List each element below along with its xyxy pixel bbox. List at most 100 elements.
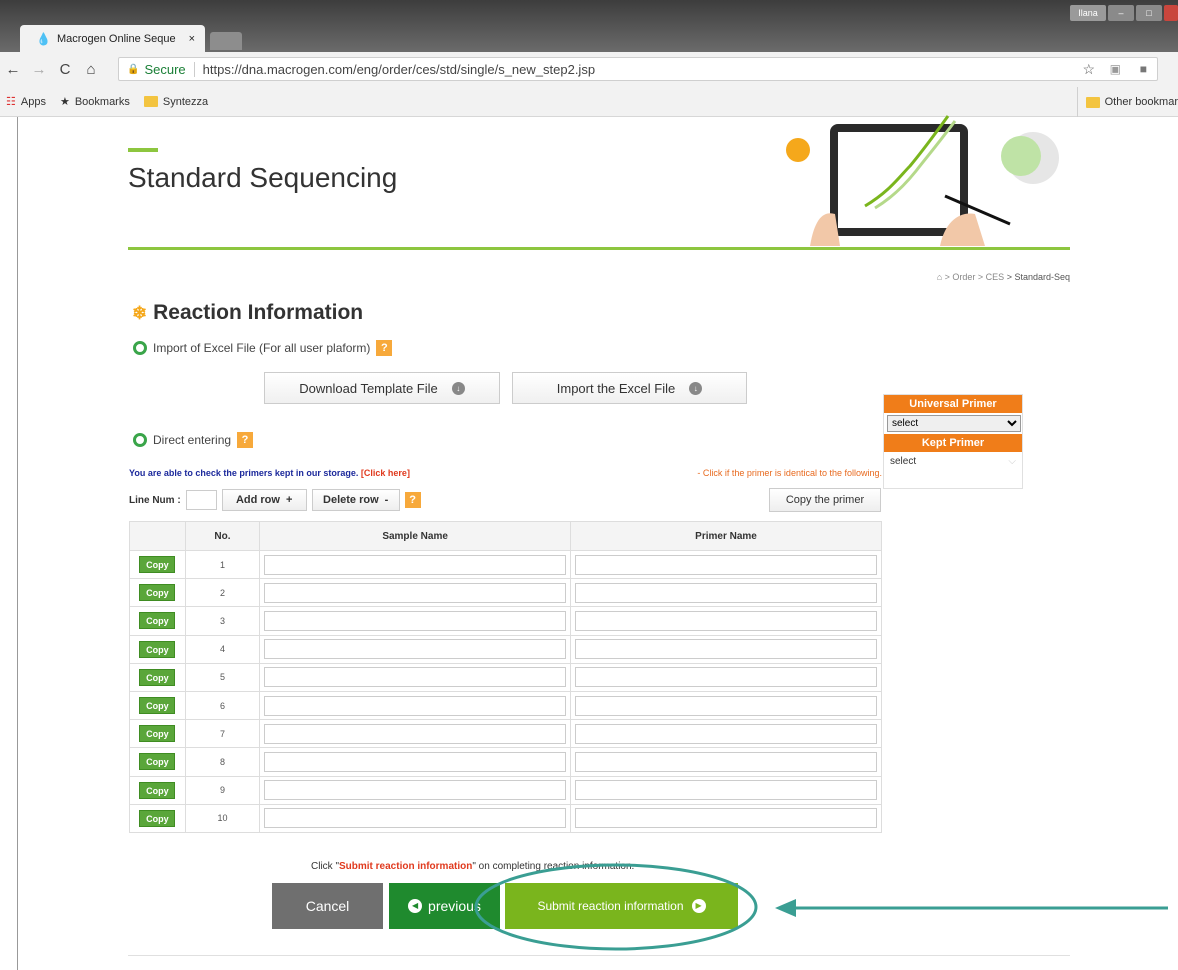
reaction-table: No. Sample Name Primer Name Copy 1 Copy 2 Co… [129,521,882,833]
kept-primer-select[interactable]: select ⌵ [884,452,1022,471]
home-icon[interactable]: ⌂ [937,272,942,282]
address-bar[interactable]: 🔒 Secure https://dna.macrogen.com/eng/or… [118,57,1158,81]
copy-row-button[interactable]: Copy [139,753,176,771]
copy-row-button[interactable]: Copy [139,612,176,630]
delete-row-button[interactable]: Delete row - [311,489,400,511]
primer-name-input[interactable] [575,582,878,603]
excel-import-option[interactable]: Import of Excel File (For all user plafo… [133,340,393,356]
primer-name-input[interactable] [575,667,878,688]
table-row: Copy 9 [129,775,882,805]
sample-name-input[interactable] [264,582,567,603]
sample-name-cell [259,662,572,692]
bookmark-syntezza[interactable]: Syntezza [143,96,208,108]
copy-cell: Copy [129,690,186,721]
universal-primer-select[interactable]: select [887,415,1021,432]
extension-icon[interactable]: ▣ [1110,62,1121,76]
previous-button[interactable]: ◀ previous [389,883,500,929]
url-text[interactable]: https://dna.macrogen.com/eng/order/ces/s… [193,61,595,77]
sample-name-input[interactable] [264,808,567,829]
breadcrumb-current: > Standard-Seq [1006,272,1070,282]
radio-icon[interactable] [133,341,147,355]
copy-row-button[interactable]: Copy [139,697,176,715]
copy-row-button[interactable]: Copy [139,809,176,827]
secure-label: Secure [144,61,186,77]
sample-name-input[interactable] [264,695,567,716]
copy-cell: Copy [129,662,186,692]
chevron-right-icon: ▶ [691,899,706,913]
reload-icon[interactable]: C [52,61,78,78]
download-template-button[interactable]: Download Template File ↓ [264,372,500,404]
sample-name-input[interactable] [264,639,567,660]
sample-name-cell [259,775,572,805]
table-row: Copy 6 [129,690,882,721]
import-excel-button[interactable]: Import the Excel File ↓ [512,372,747,404]
primer-name-input[interactable] [575,723,878,744]
back-icon[interactable]: ← [0,61,26,78]
copy-row-button[interactable]: Copy [139,725,176,743]
cancel-button[interactable]: Cancel [272,883,383,929]
user-badge[interactable]: Ilana [1070,5,1106,21]
help-icon[interactable]: ? [376,340,393,356]
primer-name-cell [570,549,882,580]
primer-name-cell [570,747,882,777]
other-bookmarks[interactable]: Other bookmar [1076,87,1178,117]
row-number: 7 [184,719,261,749]
radio-icon[interactable] [133,433,147,447]
sample-name-input[interactable] [264,667,567,688]
hero-illustration [786,115,1059,246]
forward-icon[interactable]: → [26,61,52,78]
menu-icon[interactable]: ■ [1140,62,1147,76]
help-icon[interactable]: ? [404,492,421,508]
copy-cell: Copy [129,634,186,664]
copy-row-button[interactable]: Copy [139,781,176,799]
click-here-link[interactable]: [Click here] [361,468,410,478]
submit-instruction: Click "Submit reaction information" on c… [311,861,635,872]
copy-primer-button[interactable]: Copy the primer [769,488,881,512]
home-icon[interactable]: ⌂ [78,61,104,78]
sample-name-input[interactable] [264,554,567,575]
copy-row-button[interactable]: Copy [139,640,176,658]
help-icon[interactable]: ? [237,432,254,448]
primer-name-cell [570,578,882,608]
sample-name-cell [259,803,572,833]
minimize-icon[interactable]: – [1108,5,1134,21]
sample-name-input[interactable] [264,610,567,631]
sample-name-input[interactable] [264,751,567,772]
table-row: Copy 1 [129,549,882,580]
submit-reaction-button[interactable]: Submit reaction information ▶ [505,883,738,929]
primer-name-cell [570,803,882,833]
page-title: Standard Sequencing [128,162,398,193]
line-num-input[interactable] [185,490,217,510]
sample-name-input[interactable] [264,723,567,744]
breadcrumb-order[interactable]: > Order [945,272,976,282]
sample-name-input[interactable] [264,780,567,801]
direct-entering-option[interactable]: Direct entering ? [133,432,254,448]
primer-name-input[interactable] [575,751,878,772]
primer-name-input[interactable] [575,808,878,829]
sample-name-cell [259,578,572,608]
browser-tab[interactable]: 💧 Macrogen Online Seque × [20,25,205,52]
breadcrumb-ces[interactable]: > CES [978,272,1004,282]
row-number: 9 [184,775,261,805]
copy-row-button[interactable]: Copy [139,556,176,574]
copy-row-button[interactable]: Copy [139,668,176,686]
new-tab-button[interactable] [210,32,242,50]
folder-icon [143,96,158,107]
copy-cell: Copy [129,747,186,777]
copy-row-button[interactable]: Copy [139,584,176,602]
table-row: Copy 5 [129,662,882,692]
tab-close-icon[interactable]: × [189,33,195,45]
primer-name-input[interactable] [575,554,878,575]
table-row: Copy 3 [129,606,882,636]
bookmark-apps[interactable]: ☷ Apps [6,95,46,109]
add-row-button[interactable]: Add row + [221,489,307,511]
row-number: 8 [184,747,261,777]
maximize-icon[interactable]: □ [1136,5,1162,21]
close-window-icon[interactable] [1164,5,1178,21]
primer-name-input[interactable] [575,695,878,716]
primer-name-input[interactable] [575,780,878,801]
primer-name-input[interactable] [575,610,878,631]
primer-name-input[interactable] [575,639,878,660]
star-icon[interactable]: ☆ [1082,61,1095,78]
bookmark-bookmarks[interactable]: ★ Bookmarks [60,95,130,109]
